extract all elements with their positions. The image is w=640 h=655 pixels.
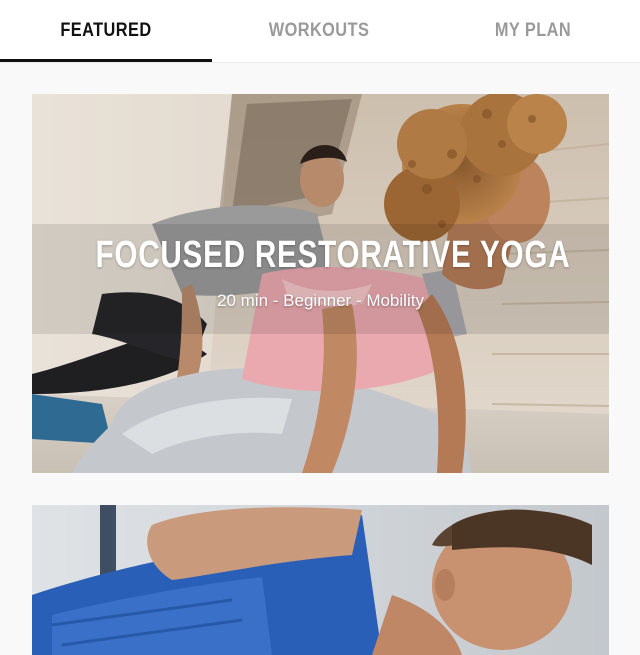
workout-card-image (32, 505, 609, 655)
tab-workouts[interactable]: WORKOUTS (227, 0, 411, 62)
workout-meta: 20 min - Beginner - Mobility (217, 291, 424, 310)
tab-bar: FEATURED WORKOUTS MY PLAN (0, 0, 640, 63)
workout-card-text: FOCUSED RESTORATIVE YOGA 20 min - Beginn… (32, 234, 609, 311)
workout-title: FOCUSED RESTORATIVE YOGA (95, 234, 571, 276)
tab-my-plan[interactable]: MY PLAN (441, 0, 625, 62)
tab-featured[interactable]: FEATURED (15, 0, 197, 62)
workout-card-second[interactable] (32, 505, 609, 655)
active-tab-indicator (0, 59, 212, 62)
workout-card-restorative-yoga[interactable]: FOCUSED RESTORATIVE YOGA 20 min - Beginn… (32, 94, 609, 473)
